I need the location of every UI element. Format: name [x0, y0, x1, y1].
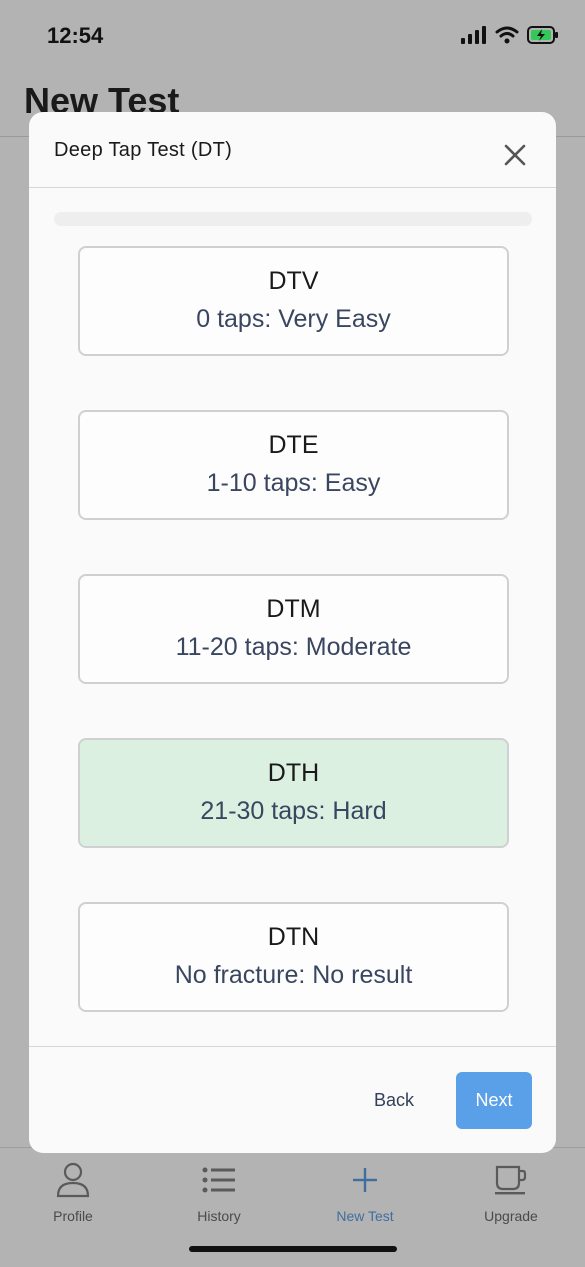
option-description: No fracture: No result — [174, 961, 413, 989]
status-time: 12:54 — [47, 23, 104, 48]
battery-charging-icon — [527, 26, 558, 44]
option-description: 1-10 taps: Easy — [206, 469, 381, 497]
option-code: DTM — [266, 595, 321, 623]
plus-icon — [353, 1168, 377, 1192]
option-code: DTE — [268, 431, 319, 459]
person-icon — [56, 1162, 90, 1198]
option-dte[interactable]: DTE 1-10 taps: Easy — [78, 410, 509, 520]
option-description: 21-30 taps: Hard — [200, 797, 387, 825]
tab-label: Profile — [53, 1208, 93, 1224]
home-indicator — [189, 1246, 397, 1252]
modal-title: Deep Tap Test (DT) — [54, 139, 233, 161]
tab-history[interactable]: History — [159, 1160, 279, 1224]
option-dtv[interactable]: DTV 0 taps: Very Easy — [78, 246, 509, 356]
option-dtm[interactable]: DTM 11-20 taps: Moderate — [78, 574, 509, 684]
cellular-signal-icon — [461, 26, 486, 44]
tab-label: History — [197, 1208, 241, 1224]
list-icon — [202, 1167, 235, 1193]
test-modal: Deep Tap Test (DT) DTV 0 taps: Very Easy… — [29, 112, 556, 1153]
option-dtn[interactable]: DTN No fracture: No result — [78, 902, 509, 1012]
option-code: DTN — [267, 923, 320, 951]
close-icon — [504, 144, 526, 166]
tab-profile[interactable]: Profile — [13, 1160, 133, 1224]
status-bar: 12:54 — [0, 0, 585, 74]
wifi-icon — [495, 26, 519, 44]
modal-header: Deep Tap Test (DT) — [29, 112, 556, 188]
back-button[interactable]: Back — [374, 1090, 414, 1111]
option-code: DTV — [268, 267, 319, 295]
progress-bar — [54, 212, 532, 226]
tab-label: New Test — [336, 1208, 394, 1224]
modal-footer: Back Next — [29, 1046, 556, 1153]
option-description: 11-20 taps: Moderate — [175, 633, 412, 661]
option-code: DTH — [267, 759, 320, 787]
coffee-cup-icon — [495, 1165, 527, 1195]
option-description: 0 taps: Very Easy — [196, 305, 391, 333]
tab-new-test[interactable]: New Test — [305, 1160, 425, 1224]
status-icons — [461, 26, 559, 44]
tab-upgrade[interactable]: Upgrade — [451, 1160, 571, 1224]
next-button[interactable]: Next — [456, 1072, 532, 1129]
tab-label: Upgrade — [484, 1208, 538, 1224]
close-button[interactable] — [502, 142, 528, 168]
option-dth[interactable]: DTH 21-30 taps: Hard — [78, 738, 509, 848]
